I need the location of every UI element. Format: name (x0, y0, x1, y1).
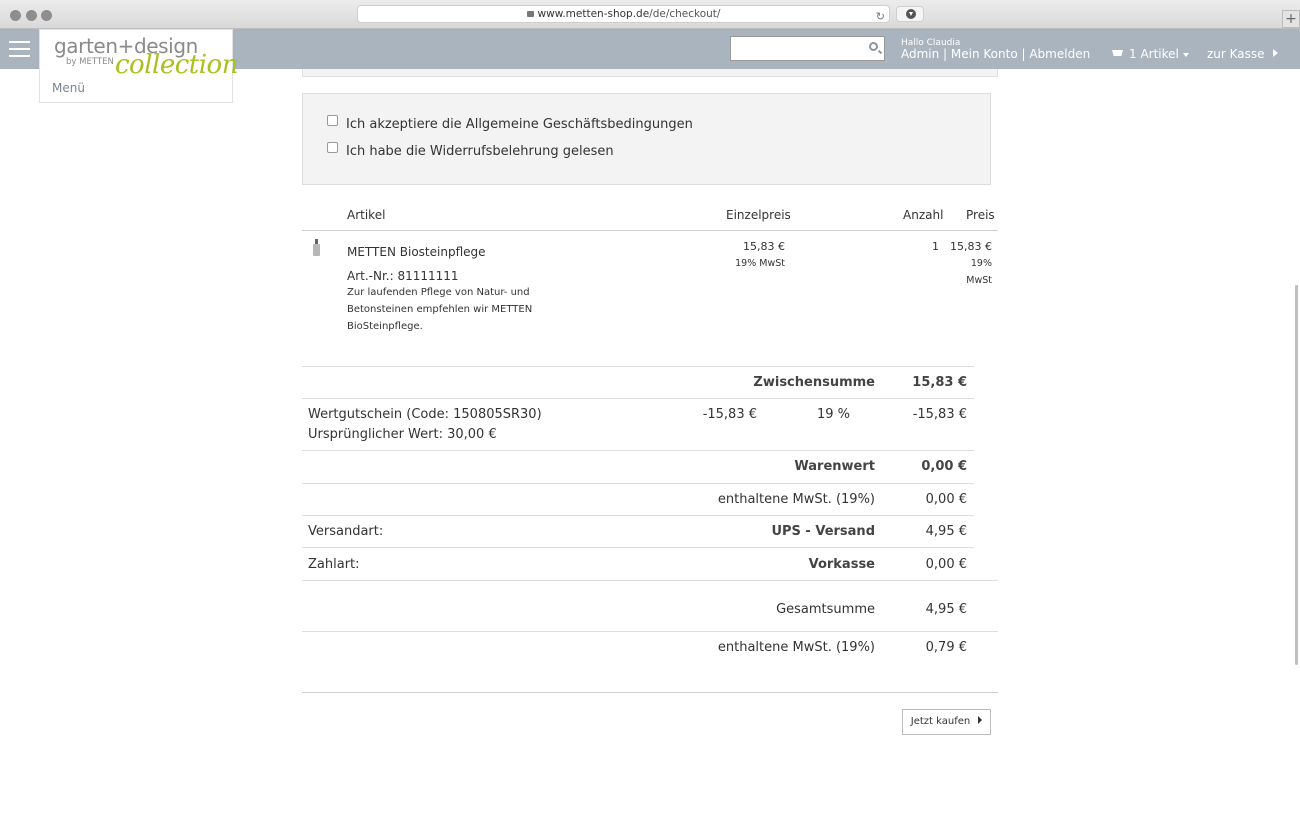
voucher-total: -15,83 € (912, 407, 967, 422)
site-logo[interactable]: garten+design by METTEN collection Menü (39, 29, 238, 103)
goods-value: 0,00 € (921, 459, 967, 474)
search-icon[interactable] (869, 42, 878, 51)
search-input[interactable] (730, 36, 885, 61)
previous-section-box (302, 69, 998, 77)
product-price-vat: MwSt (966, 275, 992, 286)
browser-toolbar: www.metten-shop.de/de/checkout/ ↻ + (0, 0, 1300, 29)
logo-text-by-metten: by METTEN (66, 57, 114, 67)
payment-value: 0,00 € (925, 557, 967, 572)
divider (302, 398, 974, 399)
buy-now-button[interactable]: Jetzt kaufen (902, 709, 991, 735)
product-price: 15,83 € (950, 240, 992, 253)
terms-box: Ich akzeptiere die Allgemeine Geschäftsb… (302, 93, 991, 185)
grand-total-label: Gesamtsumme (776, 602, 875, 617)
product-thumbnail[interactable] (313, 239, 320, 256)
widerruf-label[interactable]: Ich habe die Widerrufsbelehrung gelesen (346, 144, 614, 159)
product-quantity: 1 (932, 240, 939, 253)
cart-button[interactable]: 1 Artikel (1112, 47, 1189, 61)
payment-label: Zahlart: (308, 557, 360, 572)
payment-method: Vorkasse (808, 557, 875, 572)
url-domain: www.metten-shop.de (537, 8, 650, 20)
hamburger-menu-icon[interactable] (9, 41, 30, 57)
lock-icon (526, 11, 534, 17)
product-name[interactable]: METTEN Biosteinpflege (347, 245, 486, 259)
total-vat-label: enthaltene MwSt. (19%) (717, 640, 875, 655)
table-header-divider (302, 230, 998, 231)
buy-now-label: Jetzt kaufen (910, 716, 971, 727)
new-tab-button[interactable]: + (1282, 10, 1300, 28)
scrollbar[interactable] (1295, 285, 1298, 665)
download-icon (906, 9, 916, 19)
agb-label[interactable]: Ich akzeptiere die Allgemeine Geschäftsb… (346, 117, 693, 132)
agb-checkbox[interactable] (327, 115, 338, 126)
product-article-number: Art.-Nr.: 81111111 (347, 269, 459, 283)
url-path: /de/checkout/ (649, 8, 721, 20)
column-header-price: Preis (966, 208, 995, 222)
product-description-line: Zur laufenden Pflege von Natur- und (347, 287, 530, 298)
product-description-line: Betonsteinen empfehlen wir METTEN (347, 304, 533, 315)
shipping-label: Versandart: (308, 524, 384, 539)
column-header-unit-price: Einzelpreis (726, 208, 791, 222)
goods-value-label: Warenwert (794, 459, 875, 474)
account-links[interactable]: Admin | Mein Konto | Abmelden (901, 47, 1090, 61)
total-vat-value: 0,79 € (925, 640, 967, 655)
column-header-article: Artikel (347, 208, 386, 222)
widerruf-checkbox[interactable] (327, 142, 338, 153)
checkout-link[interactable]: zur Kasse (1207, 47, 1278, 61)
vat-label: enthaltene MwSt. (19%) (717, 492, 875, 507)
product-description-line: BioSteinpflege. (347, 321, 423, 332)
divider (302, 515, 974, 516)
cart-icon (1112, 50, 1123, 56)
arrow-right-icon (1272, 49, 1278, 57)
vat-value: 0,00 € (925, 492, 967, 507)
voucher-label: Wertgutschein (Code: 150805SR30) (308, 407, 542, 422)
reload-icon[interactable]: ↻ (876, 8, 885, 25)
maximize-window-button[interactable] (41, 10, 52, 21)
product-unit-vat: 19% MwSt (735, 258, 785, 269)
download-button[interactable] (896, 6, 924, 22)
close-window-button[interactable] (10, 10, 21, 21)
arrow-right-icon (978, 716, 983, 724)
chevron-down-icon (1182, 53, 1189, 57)
voucher-amount: -15,83 € (702, 407, 757, 422)
divider (302, 631, 998, 632)
subtotal-value: 15,83 € (912, 375, 967, 390)
product-price-vat: 19% (970, 258, 992, 269)
voucher-original-value: Ursprünglicher Wert: 30,00 € (308, 427, 497, 442)
divider (302, 580, 998, 581)
logo-text-collection: collection (115, 50, 238, 80)
shipping-method: UPS - Versand (771, 524, 875, 539)
cart-label: 1 Artikel (1129, 47, 1179, 61)
shipping-value: 4,95 € (925, 524, 967, 539)
minimize-window-button[interactable] (26, 10, 37, 21)
product-unit-price: 15,83 € (743, 240, 785, 253)
grand-total-value: 4,95 € (925, 602, 967, 617)
checkout-label: zur Kasse (1207, 47, 1265, 61)
voucher-vat: 19 % (817, 407, 851, 422)
divider (302, 692, 998, 693)
subtotal-label: Zwischensumme (753, 375, 875, 390)
divider (302, 450, 974, 451)
divider (302, 547, 974, 548)
column-header-quantity: Anzahl (903, 208, 944, 222)
address-bar[interactable]: www.metten-shop.de/de/checkout/ ↻ (357, 5, 890, 23)
divider (302, 483, 974, 484)
menu-link[interactable]: Menü (52, 81, 85, 95)
divider (302, 366, 974, 367)
